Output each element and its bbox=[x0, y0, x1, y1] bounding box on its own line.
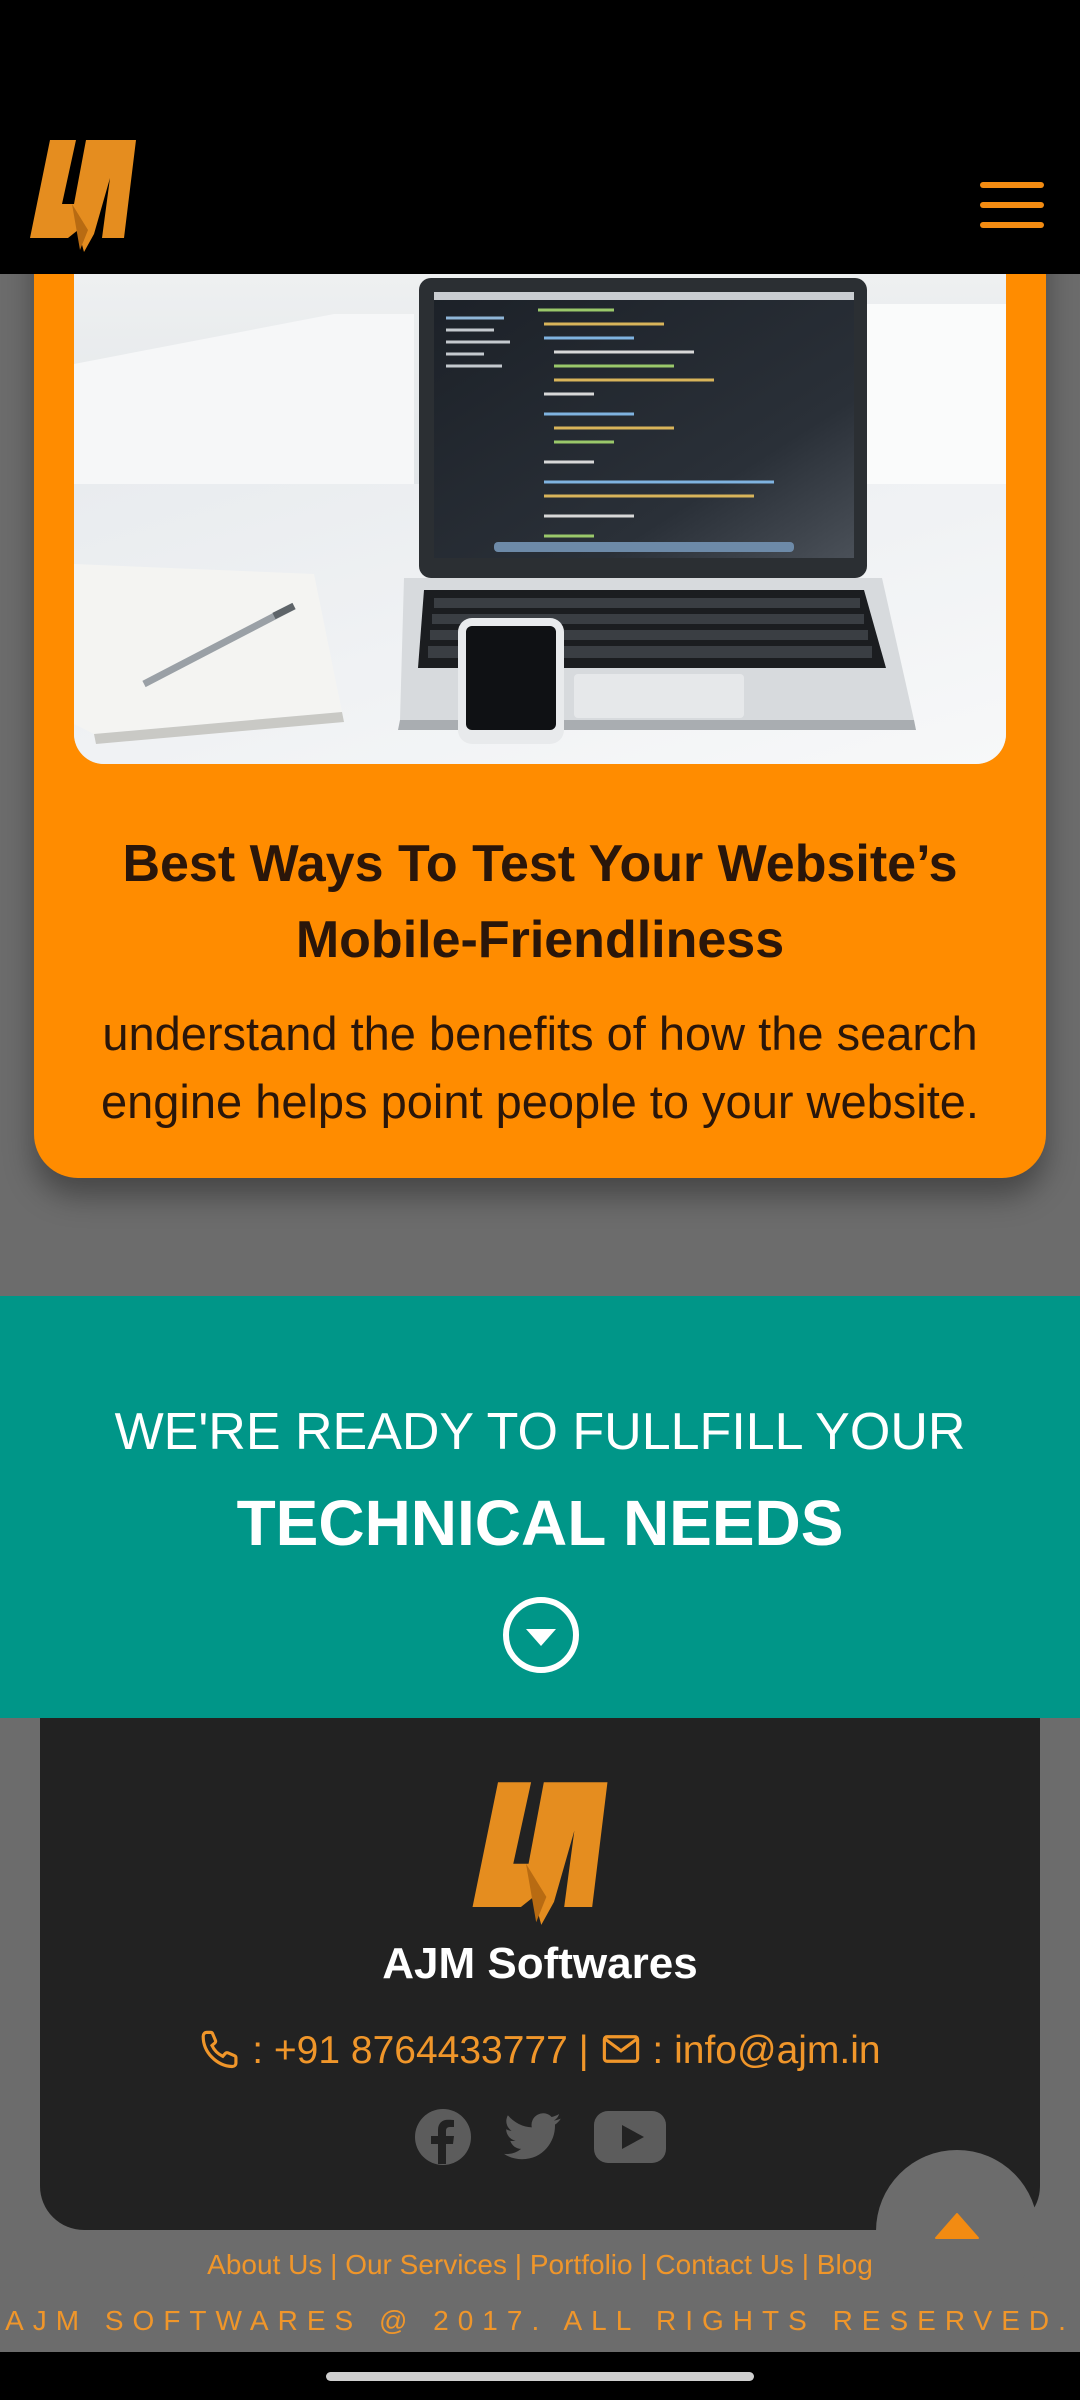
home-indicator[interactable] bbox=[326, 2372, 754, 2381]
twitter-icon[interactable] bbox=[504, 2112, 562, 2167]
footer-link-our-services[interactable]: Our Services bbox=[345, 2249, 507, 2280]
blog-card[interactable]: Best Ways To Test Your Website’s Mobile-… bbox=[34, 190, 1046, 1178]
footer-link-portfolio[interactable]: Portfolio bbox=[530, 2249, 633, 2280]
laptop-illustration bbox=[74, 274, 1006, 764]
footer-link-contact-us[interactable]: Contact Us bbox=[655, 2249, 794, 2280]
contact-row: : +91 8764433777 | : info@ajm.in bbox=[40, 2024, 1040, 2078]
copyright-text: AJM SOFTWARES @ 2017. ALL RIGHTS RESERVE… bbox=[5, 2305, 1075, 2336]
social-icons bbox=[40, 2108, 1040, 2171]
phone-number[interactable]: +91 8764433777 bbox=[274, 2029, 568, 2072]
contact-separator: | bbox=[567, 2029, 600, 2072]
footer-link-about-us[interactable]: About Us bbox=[207, 2249, 322, 2280]
banner-heading-line2: TECHNICAL NEEDS bbox=[236, 1487, 844, 1559]
footer-links: About Us | Our Services | Portfolio | Co… bbox=[0, 2240, 1080, 2290]
blog-card-image bbox=[74, 274, 1006, 764]
phone-prefix: : bbox=[241, 2029, 274, 2072]
link-separator: | bbox=[507, 2249, 530, 2280]
cta-banner: WE'RE READY TO FULLFILL YOUR TECHNICAL N… bbox=[0, 1296, 1080, 1718]
facebook-icon[interactable] bbox=[414, 2108, 472, 2171]
top-navigation-bar bbox=[0, 0, 1080, 274]
blog-card-description: understand the benefits of how the searc… bbox=[101, 1007, 979, 1128]
email-prefix: : bbox=[641, 2029, 675, 2072]
mail-icon bbox=[602, 2034, 639, 2063]
blog-card-title[interactable]: Best Ways To Test Your Website’s Mobile-… bbox=[34, 826, 1046, 978]
hamburger-menu-icon[interactable] bbox=[980, 182, 1044, 230]
link-separator: | bbox=[322, 2249, 346, 2280]
footer-card: AJM Softwares : +91 8764433777 | : info@… bbox=[40, 1718, 1040, 2230]
banner-heading-line1: WE'RE READY TO FULLFILL YOUR bbox=[114, 1403, 966, 1461]
link-separator: | bbox=[632, 2249, 656, 2280]
ajm-logo bbox=[472, 1782, 608, 1925]
footer-link-blog[interactable]: Blog bbox=[817, 2249, 873, 2280]
chevron-down-circle-icon[interactable] bbox=[502, 1596, 580, 1674]
youtube-icon[interactable] bbox=[594, 2111, 667, 2168]
caret-up-icon bbox=[935, 2213, 979, 2239]
ajm-logo[interactable] bbox=[28, 134, 138, 254]
phone-icon bbox=[201, 2030, 238, 2068]
brand-name: AJM Softwares bbox=[382, 1939, 698, 1988]
link-separator: | bbox=[793, 2249, 817, 2280]
email-address[interactable]: info@ajm.in bbox=[674, 2029, 881, 2072]
